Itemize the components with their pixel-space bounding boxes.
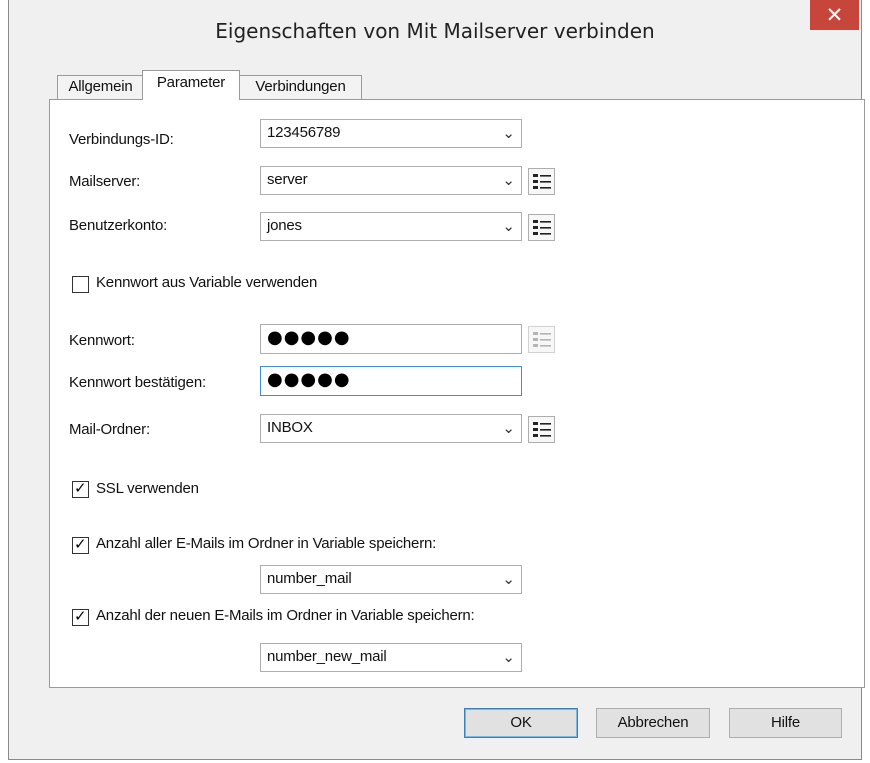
account-label: Benutzerkonto: — [69, 217, 168, 234]
close-button[interactable]: ✕ — [810, 0, 859, 30]
store-all-count-label: Anzahl aller E-Mails im Ordner in Variab… — [96, 535, 437, 552]
parameter-panel: Verbindungs-ID: 123456789 ⌄ Mailserver: … — [49, 99, 865, 688]
use-password-variable-checkbox[interactable] — [72, 276, 89, 293]
password-confirm-masked-value: ●●●●● — [267, 369, 351, 390]
help-button[interactable]: Hilfe — [729, 708, 842, 738]
chevron-down-icon: ⌄ — [502, 124, 515, 142]
checkmark-icon: ✓ — [74, 479, 87, 497]
account-list-button[interactable] — [528, 214, 555, 241]
chevron-down-icon: ⌄ — [502, 217, 515, 235]
account-select[interactable]: jones ⌄ — [260, 212, 522, 241]
store-new-count-checkbox[interactable]: ✓ — [72, 607, 89, 626]
all-count-variable-value: number_mail — [267, 570, 352, 587]
account-value: jones — [267, 217, 302, 234]
password-confirm-field[interactable]: ●●●●● — [260, 366, 522, 396]
close-icon: ✕ — [825, 3, 844, 27]
chevron-down-icon: ⌄ — [502, 648, 515, 666]
all-count-variable-select[interactable]: number_mail ⌄ — [260, 565, 522, 594]
dialog-window: Eigenschaften von Mit Mailserver verbind… — [8, 0, 865, 760]
store-all-count-checkbox[interactable]: ✓ — [72, 535, 89, 554]
mailserver-value: server — [267, 171, 308, 188]
chevron-down-icon: ⌄ — [502, 570, 515, 588]
window-title: Eigenschaften von Mit Mailserver verbind… — [215, 19, 655, 43]
tab-parameter[interactable]: Parameter — [142, 70, 240, 100]
password-label: Kennwort: — [69, 332, 135, 349]
new-count-variable-value: number_new_mail — [267, 648, 387, 665]
connection-id-value: 123456789 — [267, 124, 341, 141]
use-ssl-checkbox[interactable]: ✓ — [72, 479, 89, 498]
use-password-variable-label: Kennwort aus Variable verwenden — [96, 274, 318, 291]
title-bar: Eigenschaften von Mit Mailserver verbind… — [9, 0, 861, 66]
list-icon — [533, 332, 551, 347]
password-confirm-label: Kennwort bestätigen: — [69, 374, 206, 391]
checkmark-icon: ✓ — [74, 535, 87, 553]
password-masked-value: ●●●●● — [267, 327, 351, 348]
list-icon — [533, 174, 551, 189]
password-field[interactable]: ●●●●● — [260, 324, 522, 354]
tab-allgemein[interactable]: Allgemein — [57, 75, 144, 99]
chevron-down-icon: ⌄ — [502, 171, 515, 189]
ok-button[interactable]: OK — [464, 708, 578, 738]
connection-id-label: Verbindungs-ID: — [69, 131, 174, 148]
mail-folder-list-button[interactable] — [528, 416, 555, 443]
store-new-count-label: Anzahl der neuen E-Mails im Ordner in Va… — [96, 607, 475, 624]
mail-folder-label: Mail-Ordner: — [69, 421, 150, 438]
list-icon — [533, 220, 551, 235]
mailserver-list-button[interactable] — [528, 168, 555, 195]
chevron-down-icon: ⌄ — [502, 419, 515, 437]
connection-id-select[interactable]: 123456789 ⌄ — [260, 119, 522, 148]
checkmark-icon: ✓ — [74, 607, 87, 625]
list-icon — [533, 422, 551, 437]
new-count-variable-select[interactable]: number_new_mail ⌄ — [260, 643, 522, 672]
mailserver-label: Mailserver: — [69, 173, 141, 190]
password-list-button — [528, 326, 555, 353]
use-ssl-label: SSL verwenden — [96, 480, 199, 497]
mail-folder-value: INBOX — [267, 419, 313, 436]
cancel-button[interactable]: Abbrechen — [596, 708, 710, 738]
mailserver-select[interactable]: server ⌄ — [260, 166, 522, 195]
tab-verbindungen[interactable]: Verbindungen — [239, 75, 362, 99]
mail-folder-select[interactable]: INBOX ⌄ — [260, 414, 522, 443]
